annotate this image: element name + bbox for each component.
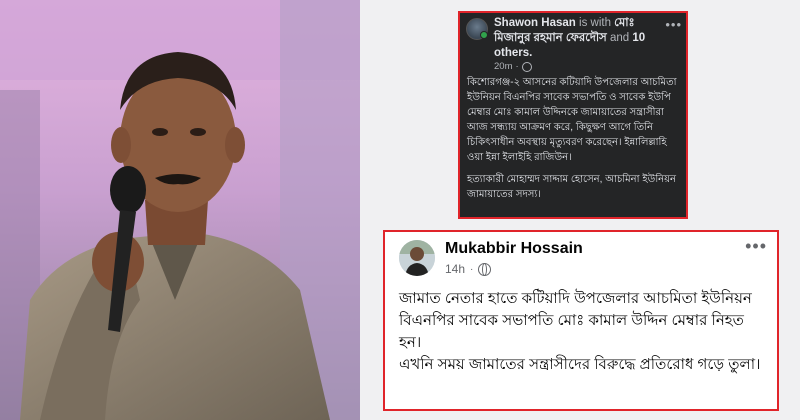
post-time[interactable]: 14h bbox=[445, 262, 465, 276]
globe-icon bbox=[478, 262, 492, 276]
author-name[interactable]: Mukabbir Hossain bbox=[445, 240, 583, 258]
more-options-icon[interactable]: ••• bbox=[665, 17, 682, 32]
post-paragraph: হত্যাকারী মোহাম্মদ সাদ্দাম হোসেন, আচমিনা… bbox=[467, 174, 677, 200]
with-text: is with bbox=[579, 17, 611, 29]
post-meta: 20m · bbox=[494, 61, 532, 72]
shared-post-light: Mukabbir Hossain 14h · ••• জামাত নেতার হ… bbox=[383, 230, 779, 411]
post-body: কিশোরগঞ্জ-২ আসনের কটিয়াদি উপজেলার আচমিত… bbox=[467, 75, 680, 209]
post-body: জামাত নেতার হাতে কটিয়াদি উপজেলার আচমিতা… bbox=[399, 288, 769, 376]
post-author-line: Shawon Hasan is with মোঃ মিজানুর রহমান ফ… bbox=[494, 16, 660, 61]
online-status-icon bbox=[480, 31, 488, 39]
globe-icon bbox=[521, 61, 532, 72]
post-header: Shawon Hasan is with মোঃ মিজানুর রহমান ফ… bbox=[466, 16, 682, 78]
post-meta: 14h · bbox=[445, 262, 492, 276]
separator-dot: · bbox=[515, 61, 519, 72]
avatar-image bbox=[399, 240, 435, 276]
more-options-icon[interactable]: ••• bbox=[745, 236, 767, 257]
shared-post-dark: Shawon Hasan is with মোঃ মিজানুর রহমান ফ… bbox=[458, 11, 688, 219]
and-text: and bbox=[609, 32, 630, 44]
post-paragraph: জামাত নেতার হাতে কটিয়াদি উপজেলার আচমিতা… bbox=[399, 290, 752, 351]
post-paragraph: এখনি সময় জামাতের সন্ত্রাসীদের বিরুদ্ধে … bbox=[399, 356, 761, 373]
post-time[interactable]: 20m bbox=[494, 61, 512, 72]
speaker-illustration bbox=[0, 0, 360, 420]
post-paragraph: কিশোরগঞ্জ-২ আসনের কটিয়াদি উপজেলার আচমিত… bbox=[467, 77, 677, 163]
author-name[interactable]: Shawon Hasan bbox=[494, 17, 576, 29]
speaker-photo bbox=[0, 0, 360, 420]
avatar[interactable] bbox=[399, 240, 435, 276]
separator-dot: · bbox=[470, 263, 474, 275]
